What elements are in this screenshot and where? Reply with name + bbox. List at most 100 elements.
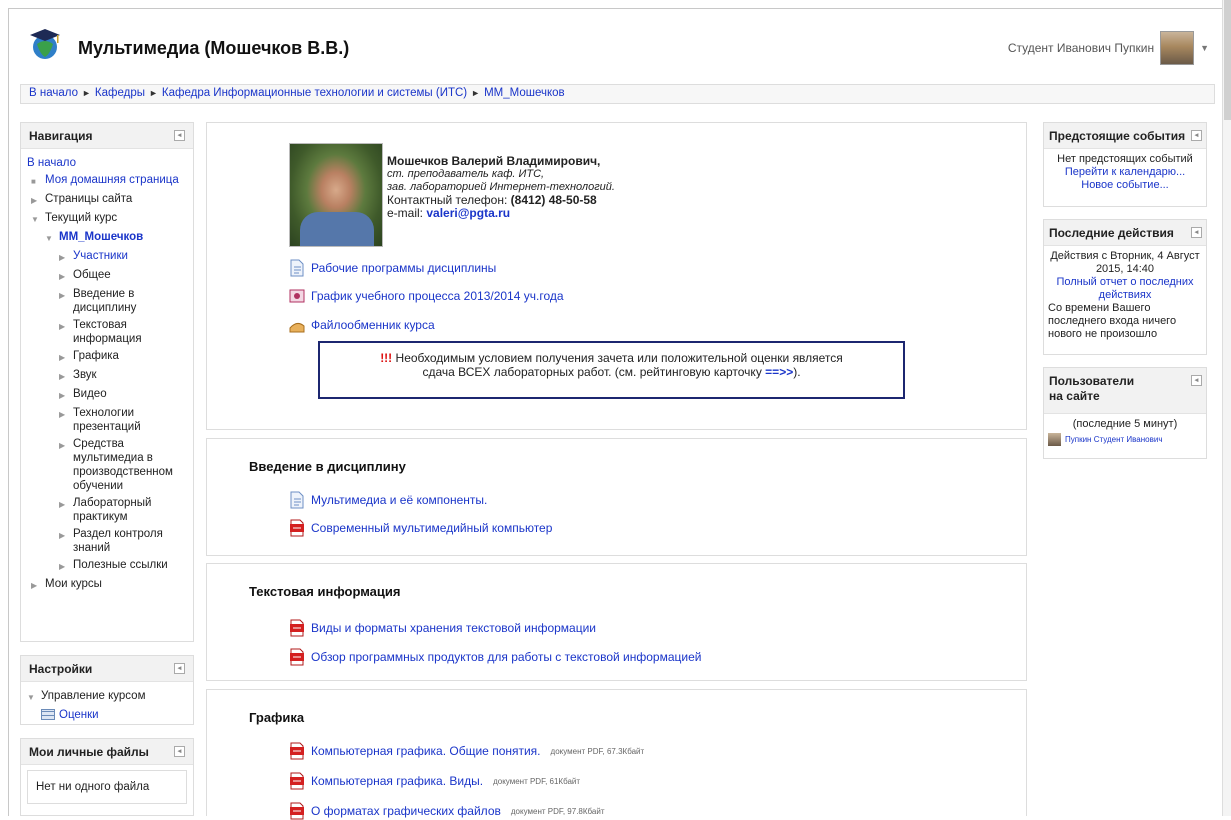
settings-course-admin[interactable]: Управление курсом <box>41 689 145 703</box>
breadcrumb-course[interactable]: ММ_Мошечков <box>484 87 565 99</box>
nav-item-my-courses[interactable]: Мои курсы <box>45 577 102 591</box>
resource-item[interactable]: Современный мультимедийный компьютер <box>289 519 552 537</box>
resource-link[interactable]: Компьютерная графика. Виды. <box>311 774 483 788</box>
collapse-arrow-icon[interactable]: ▼ <box>45 230 59 246</box>
resource-link[interactable]: Виды и форматы хранения текстовой информ… <box>311 621 596 635</box>
resource-item[interactable]: О форматах графических файлов документ PD… <box>289 802 605 820</box>
nav-item-sound[interactable]: Звук <box>73 368 97 382</box>
expand-arrow-icon[interactable]: ▶ <box>59 249 73 265</box>
upcoming-events-body: Нет предстоящих событий Перейти к календ… <box>1044 149 1206 196</box>
private-files-title: Мои личные файлы <box>29 745 149 759</box>
nav-item-general[interactable]: Общее <box>73 268 111 282</box>
resource-item[interactable]: Обзор программных продуктов для работы с… <box>289 648 701 666</box>
expand-arrow-icon[interactable]: ▶ <box>31 577 45 593</box>
bullet-icon: ■ <box>31 177 36 186</box>
resource-item[interactable]: Файлообменник курса <box>289 316 435 334</box>
nav-item-text-info[interactable]: Текстовая информация <box>73 318 163 346</box>
expand-arrow-icon[interactable]: ▶ <box>59 268 73 284</box>
nav-item-site-pages[interactable]: Страницы сайта <box>45 192 132 206</box>
collapse-icon[interactable]: ◂ <box>174 663 185 674</box>
collapse-icon[interactable]: ◂ <box>1191 130 1202 141</box>
expand-arrow-icon[interactable]: ▶ <box>59 406 73 422</box>
nav-item-my-home[interactable]: Моя домашняя страница <box>45 173 179 187</box>
nav-item-current-course[interactable]: Текущий курс <box>45 211 117 225</box>
expand-arrow-icon[interactable]: ▶ <box>59 287 73 303</box>
recent-since-text: Действия с Вторник, 4 Август 2015, 14:40 <box>1050 250 1200 275</box>
image-file-icon <box>289 289 305 303</box>
settings-tree: ▼ Управление курсом Оценки <box>21 682 193 729</box>
resource-link[interactable]: Современный мультимедийный компьютер <box>311 521 552 535</box>
new-event-link[interactable]: Новое событие... <box>1081 179 1169 191</box>
expand-arrow-icon[interactable]: ▶ <box>59 558 73 574</box>
rating-card-link[interactable]: ==>> <box>765 365 793 379</box>
breadcrumb-home[interactable]: В начало <box>29 87 78 99</box>
nav-item-video[interactable]: Видео <box>73 387 107 401</box>
site-logo-icon[interactable] <box>28 26 62 60</box>
resource-link[interactable]: Компьютерная графика. Общие понятия. <box>311 744 541 758</box>
resource-link[interactable]: Мультимедиа и её компоненты. <box>311 493 487 507</box>
user-avatar-icon <box>1048 433 1061 446</box>
nav-item-lab-practice[interactable]: Лабораторный практикум <box>73 496 163 524</box>
collapse-icon[interactable]: ◂ <box>1191 375 1202 386</box>
recent-activity-title: Последние действия <box>1049 226 1174 240</box>
expand-arrow-icon[interactable]: ▶ <box>59 437 73 453</box>
nav-item-useful-links[interactable]: Полезные ссылки <box>73 558 168 572</box>
breadcrumb-departments[interactable]: Кафедры <box>95 87 145 99</box>
collapse-arrow-icon[interactable]: ▼ <box>27 689 41 705</box>
scrollbar[interactable] <box>1222 0 1231 816</box>
nav-item-multimedia-production[interactable]: Средства мультимедиа в производственном … <box>73 437 185 493</box>
nav-item-participants[interactable]: Участники <box>73 249 128 263</box>
avatar[interactable] <box>1160 31 1195 65</box>
collapse-icon[interactable]: ◂ <box>174 746 185 757</box>
resource-link[interactable]: Обзор программных продуктов для работы с… <box>311 650 701 664</box>
resource-item[interactable]: Компьютерная графика. Общие понятия. доку… <box>289 742 644 760</box>
user-menu[interactable]: Студент Иванович Пупкин ▼ <box>1008 30 1209 66</box>
expand-arrow-icon[interactable]: ▶ <box>59 387 73 403</box>
upcoming-events-header: Предстоящие события ◂ <box>1044 123 1206 149</box>
resource-link[interactable]: Рабочие программы дисциплины <box>311 261 496 275</box>
settings-grades-link[interactable]: Оценки <box>59 708 99 722</box>
full-report-link[interactable]: Полный отчет о последних действиях <box>1056 276 1193 301</box>
user-name[interactable]: Студент Иванович Пупкин <box>1008 41 1154 55</box>
resource-item[interactable]: Мультимедиа и её компоненты. <box>289 491 487 509</box>
collapse-icon[interactable]: ◂ <box>1191 227 1202 238</box>
breadcrumb-separator-icon: ► <box>471 88 481 98</box>
private-files-block-header: Мои личные файлы ◂ <box>21 739 193 765</box>
settings-title: Настройки <box>29 662 93 676</box>
nav-item-course[interactable]: ММ_Мошечков <box>59 230 143 244</box>
expand-arrow-icon[interactable]: ▶ <box>59 318 73 334</box>
expand-arrow-icon[interactable]: ▶ <box>59 368 73 384</box>
resource-meta: документ PDF, 97.8Кбайт <box>510 806 605 816</box>
nav-item-intro[interactable]: Введение в дисциплину <box>73 287 163 315</box>
teacher-photo-shirt <box>300 212 374 246</box>
teacher-email-link[interactable]: valeri@pgta.ru <box>426 206 510 220</box>
collapse-arrow-icon[interactable]: ▼ <box>31 211 45 227</box>
resource-item[interactable]: Компьютерная графика. Виды. документ PDF,… <box>289 772 580 790</box>
pdf-icon <box>290 772 304 790</box>
nav-item-presentations[interactable]: Технологии презентаций <box>73 406 163 434</box>
collapse-icon[interactable]: ◂ <box>174 130 185 141</box>
page-title[interactable]: Мультимедиа (Мошечков В.В.) <box>78 38 349 59</box>
expand-arrow-icon[interactable]: ▶ <box>31 192 45 208</box>
expand-arrow-icon[interactable]: ▶ <box>59 527 73 543</box>
expand-arrow-icon[interactable]: ▶ <box>59 349 73 365</box>
breadcrumb-separator-icon: ► <box>81 88 91 98</box>
file-exchange-icon <box>289 322 305 333</box>
breadcrumb-department-its[interactable]: Кафедра Информационные технологии и сист… <box>162 87 467 99</box>
online-users-block: Пользователи на сайте ◂ (последние 5 мину… <box>1043 367 1207 459</box>
nav-home-link[interactable]: В начало <box>27 156 76 170</box>
files-empty-box: Нет ни одного файла <box>27 770 187 804</box>
resource-item[interactable]: Рабочие программы дисциплины <box>289 259 496 277</box>
resource-item[interactable]: График учебного процесса 2013/2014 уч.го… <box>289 287 564 305</box>
calendar-link[interactable]: Перейти к календарю... <box>1065 166 1185 178</box>
resource-item[interactable]: Виды и форматы хранения текстовой информ… <box>289 619 596 637</box>
nav-item-graphics[interactable]: Графика <box>73 349 119 363</box>
nav-item-knowledge-control[interactable]: Раздел контроля знаний <box>73 527 173 555</box>
scrollbar-thumb[interactable] <box>1224 0 1231 120</box>
chevron-down-icon[interactable]: ▼ <box>1200 43 1209 53</box>
online-user-link[interactable]: Пупкин Студент Иванович <box>1065 433 1163 446</box>
section-intro: Введение в дисциплину Мультимедиа и её к… <box>206 438 1027 556</box>
resource-link[interactable]: Файлообменник курса <box>311 318 435 332</box>
expand-arrow-icon[interactable]: ▶ <box>59 496 73 512</box>
resource-link[interactable]: График учебного процесса 2013/2014 уч.го… <box>311 289 564 303</box>
